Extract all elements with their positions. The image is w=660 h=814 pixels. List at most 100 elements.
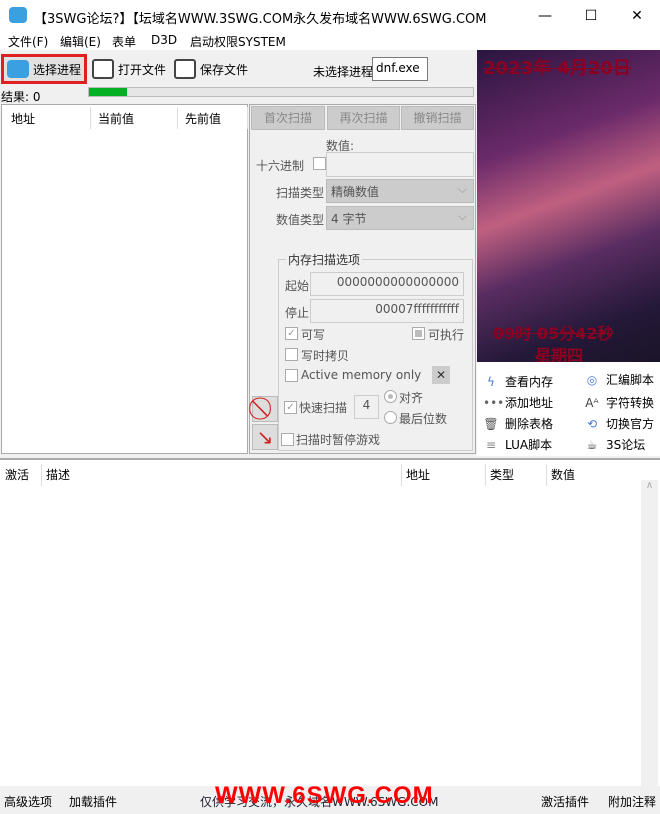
select-process-button[interactable]: 选择进程 [1,54,87,84]
col-address[interactable]: 地址 [11,110,35,127]
scan-type-label: 扫描类型 [276,186,325,200]
switch-official-label: 切换官方 [606,417,655,431]
menu-bar: 文件(F) 编辑(E) 表单 D3D 启动权限SYSTEM [0,32,660,50]
arrow-down-right-icon[interactable]: ↘ [252,424,278,450]
assemble-script-button[interactable]: ◎ 汇编脚本 [584,371,654,388]
writable-checkbox[interactable]: ✓ [285,327,298,340]
forum-label: 3S论坛 [606,438,646,452]
assemble-script-label: 汇编脚本 [606,373,655,387]
monitor-icon [7,60,29,78]
start-label: 起始 [285,279,310,293]
executable-checkbox[interactable] [412,327,425,340]
scan-progress-bar [88,87,474,97]
active-memory-checkbox[interactable] [285,369,298,382]
maximize-button[interactable]: ☐ [568,0,614,32]
memory-scan-options-title: 内存扫描选项 [286,251,363,268]
col-address[interactable]: 地址 [406,466,430,483]
title-bar: 【3SWG论坛?】【坛域名WWW.3SWG.COM永久发布域名WWW.6SWG.… [0,0,660,32]
switch-official-button[interactable]: ⟲ 切换官方 [584,415,654,432]
col-active[interactable]: 激活 [5,466,29,483]
activate-plugin-button[interactable]: 激活插件 [541,793,589,810]
save-icon [174,59,196,79]
scroll-up-icon[interactable]: ∧ [641,480,658,491]
first-scan-button[interactable]: 首次扫描 [251,106,325,130]
banner-image: 2023年 4月20日 09时 05分42秒 星期四 [477,50,660,365]
last-digits-radio[interactable] [384,411,397,424]
menu-edit[interactable]: 编辑(E) [60,33,101,50]
open-file-label: 打开文件 [118,62,167,77]
undo-scan-button[interactable]: 撤销扫描 [401,106,474,130]
col-description[interactable]: 描述 [46,466,70,483]
next-scan-button[interactable]: 再次扫描 [327,106,400,130]
minimize-button[interactable]: — [522,0,568,32]
trash-icon: 🗑 [483,416,499,431]
stop-icon[interactable]: ⃠ [252,396,278,422]
window-title: 【3SWG论坛?】【坛域名WWW.3SWG.COM永久发布域名WWW.6SWG.… [34,12,487,27]
menu-system[interactable]: 启动权限SYSTEM [190,33,286,50]
char-convert-button[interactable]: Aᴬ 字符转换 [584,394,654,411]
value-input[interactable] [326,152,474,177]
col-previous-value[interactable]: 先前值 [185,110,221,127]
col-current-value[interactable]: 当前值 [98,110,134,127]
menu-file[interactable]: 文件(F) [8,33,48,50]
scan-type-select[interactable]: 精确数值 [326,179,474,203]
value-type-select[interactable]: 4 字节 [326,206,474,230]
aligned-radio[interactable] [384,390,397,403]
process-label: 未选择进程 [313,65,374,79]
save-file-label: 保存文件 [200,62,249,77]
col-value[interactable]: 数值 [551,466,575,483]
advanced-options-button[interactable]: 高级选项 [4,793,52,810]
dots-icon: ••• [483,395,505,410]
load-plugin-button[interactable]: 加载插件 [69,793,117,810]
save-file-button[interactable]: 保存文件 [174,54,248,84]
copy-on-write-label: 写时拷贝 [301,349,350,363]
folder-icon [92,59,114,79]
char-convert-label: 字符转换 [606,396,655,410]
select-process-label: 选择进程 [33,62,82,77]
font-icon: Aᴬ [585,395,599,410]
executable-label: 可执行 [428,328,465,342]
copy-on-write-checkbox[interactable] [285,348,298,361]
watermark: WWW.6SWG.COM [215,782,434,809]
banner-time: 09时 05分42秒 [493,324,614,343]
close-icon[interactable]: ✕ [432,366,450,384]
fast-scan-checkbox[interactable]: ✓ [284,401,297,414]
fast-scan-value-input[interactable]: 4 [354,395,379,419]
banner-date: 2023年 4月20日 [483,58,631,79]
pause-game-checkbox[interactable] [281,433,294,446]
process-name-field[interactable]: dnf.exe [372,57,428,81]
refresh-icon: ⟲ [586,416,598,431]
writable-label: 可写 [301,328,326,342]
hex-label: 十六进制 [256,159,305,173]
stop-label: 停止 [285,306,310,320]
cup-icon: ☕ [586,437,598,452]
view-memory-button[interactable]: ϟ 查看内存 [483,373,553,390]
hex-checkbox[interactable] [313,157,326,170]
lightning-icon: ϟ [487,374,495,389]
value-type-label: 数值类型 [276,213,325,227]
results-count: 结果: 0 [1,90,41,104]
add-comment-button[interactable]: 附加注释 [608,793,656,810]
close-button[interactable]: ✕ [614,0,660,32]
found-address-list[interactable]: 地址 当前值 先前值 [1,104,248,454]
menu-d3d[interactable]: D3D [151,33,177,47]
delete-table-label: 删除表格 [505,417,554,431]
cheat-table[interactable]: 激活 描述 地址 类型 数值 ∧ [0,458,660,786]
menu-table[interactable]: 表单 [112,33,136,50]
aligned-label: 对齐 [399,391,424,405]
add-address-label: 添加地址 [505,396,554,410]
active-memory-label: Active memory only [301,368,422,382]
open-file-button[interactable]: 打开文件 [92,54,166,84]
start-address-input[interactable]: 0000000000000000 [310,272,464,296]
delete-table-button[interactable]: 🗑 删除表格 [483,415,553,432]
pause-game-label: 扫描时暂停游戏 [296,433,381,447]
fast-scan-label: 快速扫描 [299,401,348,415]
stop-address-input[interactable]: 00007fffffffffff [310,299,464,323]
target-icon: ◎ [586,372,598,387]
vertical-scrollbar[interactable]: ∧ [641,480,658,786]
col-type[interactable]: 类型 [490,466,514,483]
forum-button[interactable]: ☕ 3S论坛 [584,436,646,453]
add-address-button[interactable]: ••• 添加地址 [483,394,553,411]
lua-script-button[interactable]: ≡ LUA脚本 [483,436,552,453]
app-icon [9,7,27,23]
